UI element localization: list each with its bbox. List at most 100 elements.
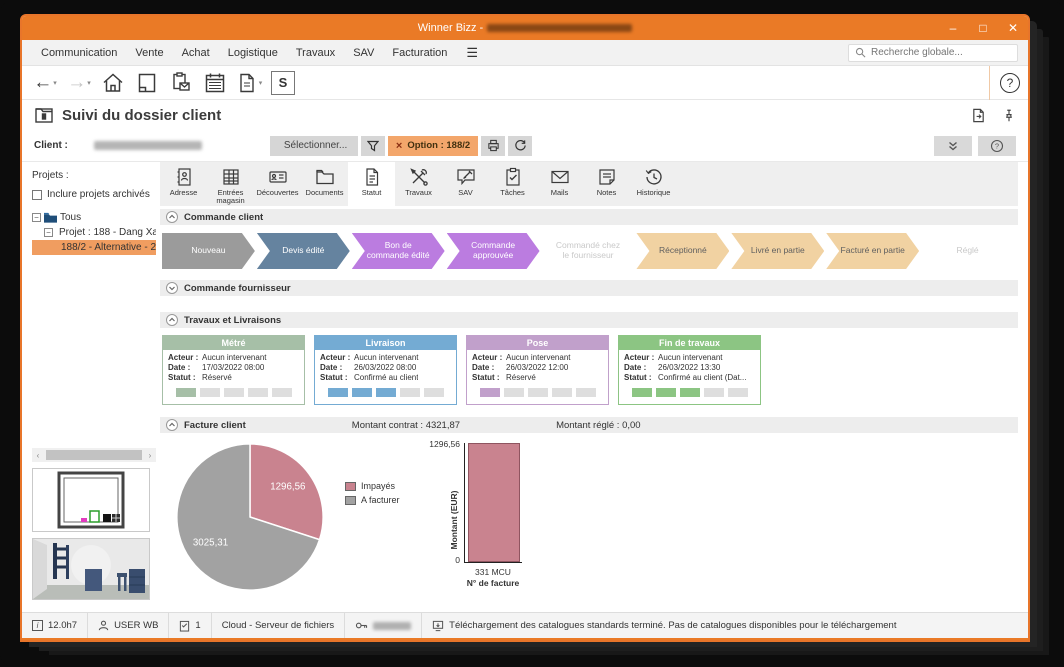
collapse-node-icon[interactable]: − [44,228,53,237]
tab-entrees-magasin[interactable]: Entrées magasin [207,162,254,206]
card-pose[interactable]: Pose Acteur :Aucun intervenant Date :26/… [466,335,609,405]
folder-icon [44,212,57,223]
home-icon[interactable] [98,69,128,97]
menu-communication[interactable]: Communication [32,47,126,59]
status-tasks[interactable]: 1 [169,613,211,638]
close-button[interactable]: ✕ [998,16,1028,40]
status-message[interactable]: Téléchargement des catalogues standards … [422,613,906,638]
expand-all-icon[interactable] [934,136,972,156]
menu-bar: Communication Vente Achat Logistique Tra… [22,40,1028,66]
projects-label: Projets : [32,170,156,181]
tab-bar: Adresse Entrées magasin Découvertes Docu… [160,162,1018,206]
calendar-icon[interactable] [200,69,230,97]
svg-text:1296,56: 1296,56 [270,482,305,493]
forward-button[interactable]: →▾ [64,69,94,97]
status-bar: i 12.0h7 USER WB 1 Cloud - Serveur de fi… [22,612,1028,638]
section-title: Commande fournisseur [184,283,291,294]
scroll-left-icon[interactable]: ‹ [32,451,44,460]
global-search[interactable] [848,44,1018,62]
minimize-button[interactable]: – [938,16,968,40]
card-livraison[interactable]: Livraison Acteur :Aucun intervenant Date… [314,335,457,405]
tab-statut[interactable]: Statut [348,162,395,206]
menu-overflow-icon[interactable]: ☰ [456,45,488,61]
y-tick-max: 1296,56 [422,439,460,449]
menu-sav[interactable]: SAV [344,47,383,59]
room-3d-thumbnail[interactable] [32,538,150,600]
menu-vente[interactable]: Vente [126,47,172,59]
help-icon[interactable]: ? [1000,73,1020,93]
include-archived-checkbox[interactable]: Inclure projets archivés [32,189,156,200]
tab-sav[interactable]: SAV [442,162,489,206]
workflow-step-devis-edite: Devis édité [257,233,350,269]
page-title: Suivi du dossier client [62,107,221,124]
select-client-button[interactable]: Sélectionner... [270,136,358,156]
status-server[interactable]: Cloud - Serveur de fichiers [212,613,345,638]
thumbnail-scrollbar[interactable]: ‹ › [32,448,156,462]
section-travaux-header: Travaux et Livraisons [160,312,1018,328]
tab-adresse[interactable]: Adresse [160,162,207,206]
tree-item-label: 188/2 - Alternative - 2 [61,242,156,253]
legend-swatch-a-facturer [345,496,356,505]
back-button[interactable]: ←▾ [30,69,60,97]
tab-historique[interactable]: Historique [630,162,677,206]
card-title: Métré [163,336,304,350]
menu-facturation[interactable]: Facturation [383,47,456,59]
tab-documents[interactable]: Documents [301,162,348,206]
remove-option-icon[interactable]: × [396,140,402,152]
clipboard-mail-icon[interactable] [166,69,196,97]
menu-travaux[interactable]: Travaux [287,47,344,59]
section-title: Commande client [184,212,263,223]
tree-item-tous[interactable]: − Tous [32,210,156,225]
maximize-button[interactable]: □ [968,16,998,40]
pie-chart: 1296,563025,31 [172,439,328,595]
planner-icon[interactable] [132,69,162,97]
menu-logistique[interactable]: Logistique [219,47,287,59]
scroll-right-icon[interactable]: › [144,451,156,460]
card-title: Pose [467,336,608,350]
expand-section-icon[interactable] [166,282,178,294]
status-user[interactable]: USER WB [88,613,169,638]
info-icon: i [32,620,43,631]
tab-label: Mails [551,189,569,197]
card-fin-de-travaux[interactable]: Fin de travaux Acteur :Aucun intervenant… [618,335,761,405]
document-icon[interactable]: ▾ [234,69,264,97]
collapse-section-icon[interactable] [166,211,178,223]
collapse-node-icon[interactable]: − [32,213,41,222]
status-time[interactable]: i 12.0h7 [22,613,88,638]
checkbox-icon[interactable] [32,190,42,200]
export-icon[interactable] [971,108,986,123]
tree-item-projet-188[interactable]: − Projet : 188 - Dang Xavier 'N [32,225,156,240]
s-module-button[interactable]: S [268,69,298,97]
refresh-icon[interactable] [508,136,532,156]
tab-travaux[interactable]: Travaux [395,162,442,206]
search-input[interactable] [871,47,1001,58]
collapse-section-icon[interactable] [166,314,178,326]
commande-client-workflow: Nouveau Devis édité Bon de commande édit… [160,225,1018,277]
filter-icon[interactable] [361,136,385,156]
floorplan-thumbnail[interactable] [32,468,150,532]
tab-decouvertes[interactable]: Découvertes [254,162,301,206]
workflow-step-livre-en-partie: Livré en partie [731,233,824,269]
status-license[interactable] [345,613,422,638]
collapse-section-icon[interactable] [166,419,178,431]
card-metre[interactable]: Métré Acteur :Aucun intervenant Date :17… [162,335,305,405]
bar-y-axis-label: Montant (EUR) [449,480,459,560]
print-icon[interactable] [481,136,505,156]
tab-mails[interactable]: Mails [536,162,583,206]
y-tick-zero: 0 [422,555,460,565]
menu-achat[interactable]: Achat [173,47,219,59]
tab-taches[interactable]: Tâches [489,162,536,206]
projects-sidebar: Projets : Inclure projets archivés − Tou… [22,162,160,612]
section-help-icon[interactable]: ? [978,136,1016,156]
include-archived-label: Inclure projets archivés [47,189,150,200]
tree-item-alternative-selected[interactable]: 188/2 - Alternative - 2 [32,240,156,255]
card-title: Fin de travaux [619,336,760,350]
section-title: Facture client [184,420,246,431]
section-commande-fournisseur-header: Commande fournisseur [160,280,1018,296]
scrollbar-thumb[interactable] [46,450,142,460]
chart-legend: Impayés A facturer [345,481,400,509]
pin-icon[interactable] [1002,108,1016,123]
tab-label: Découvertes [256,189,298,197]
option-filter-chip[interactable]: × Option : 188/2 [388,136,478,156]
tab-notes[interactable]: Notes [583,162,630,206]
